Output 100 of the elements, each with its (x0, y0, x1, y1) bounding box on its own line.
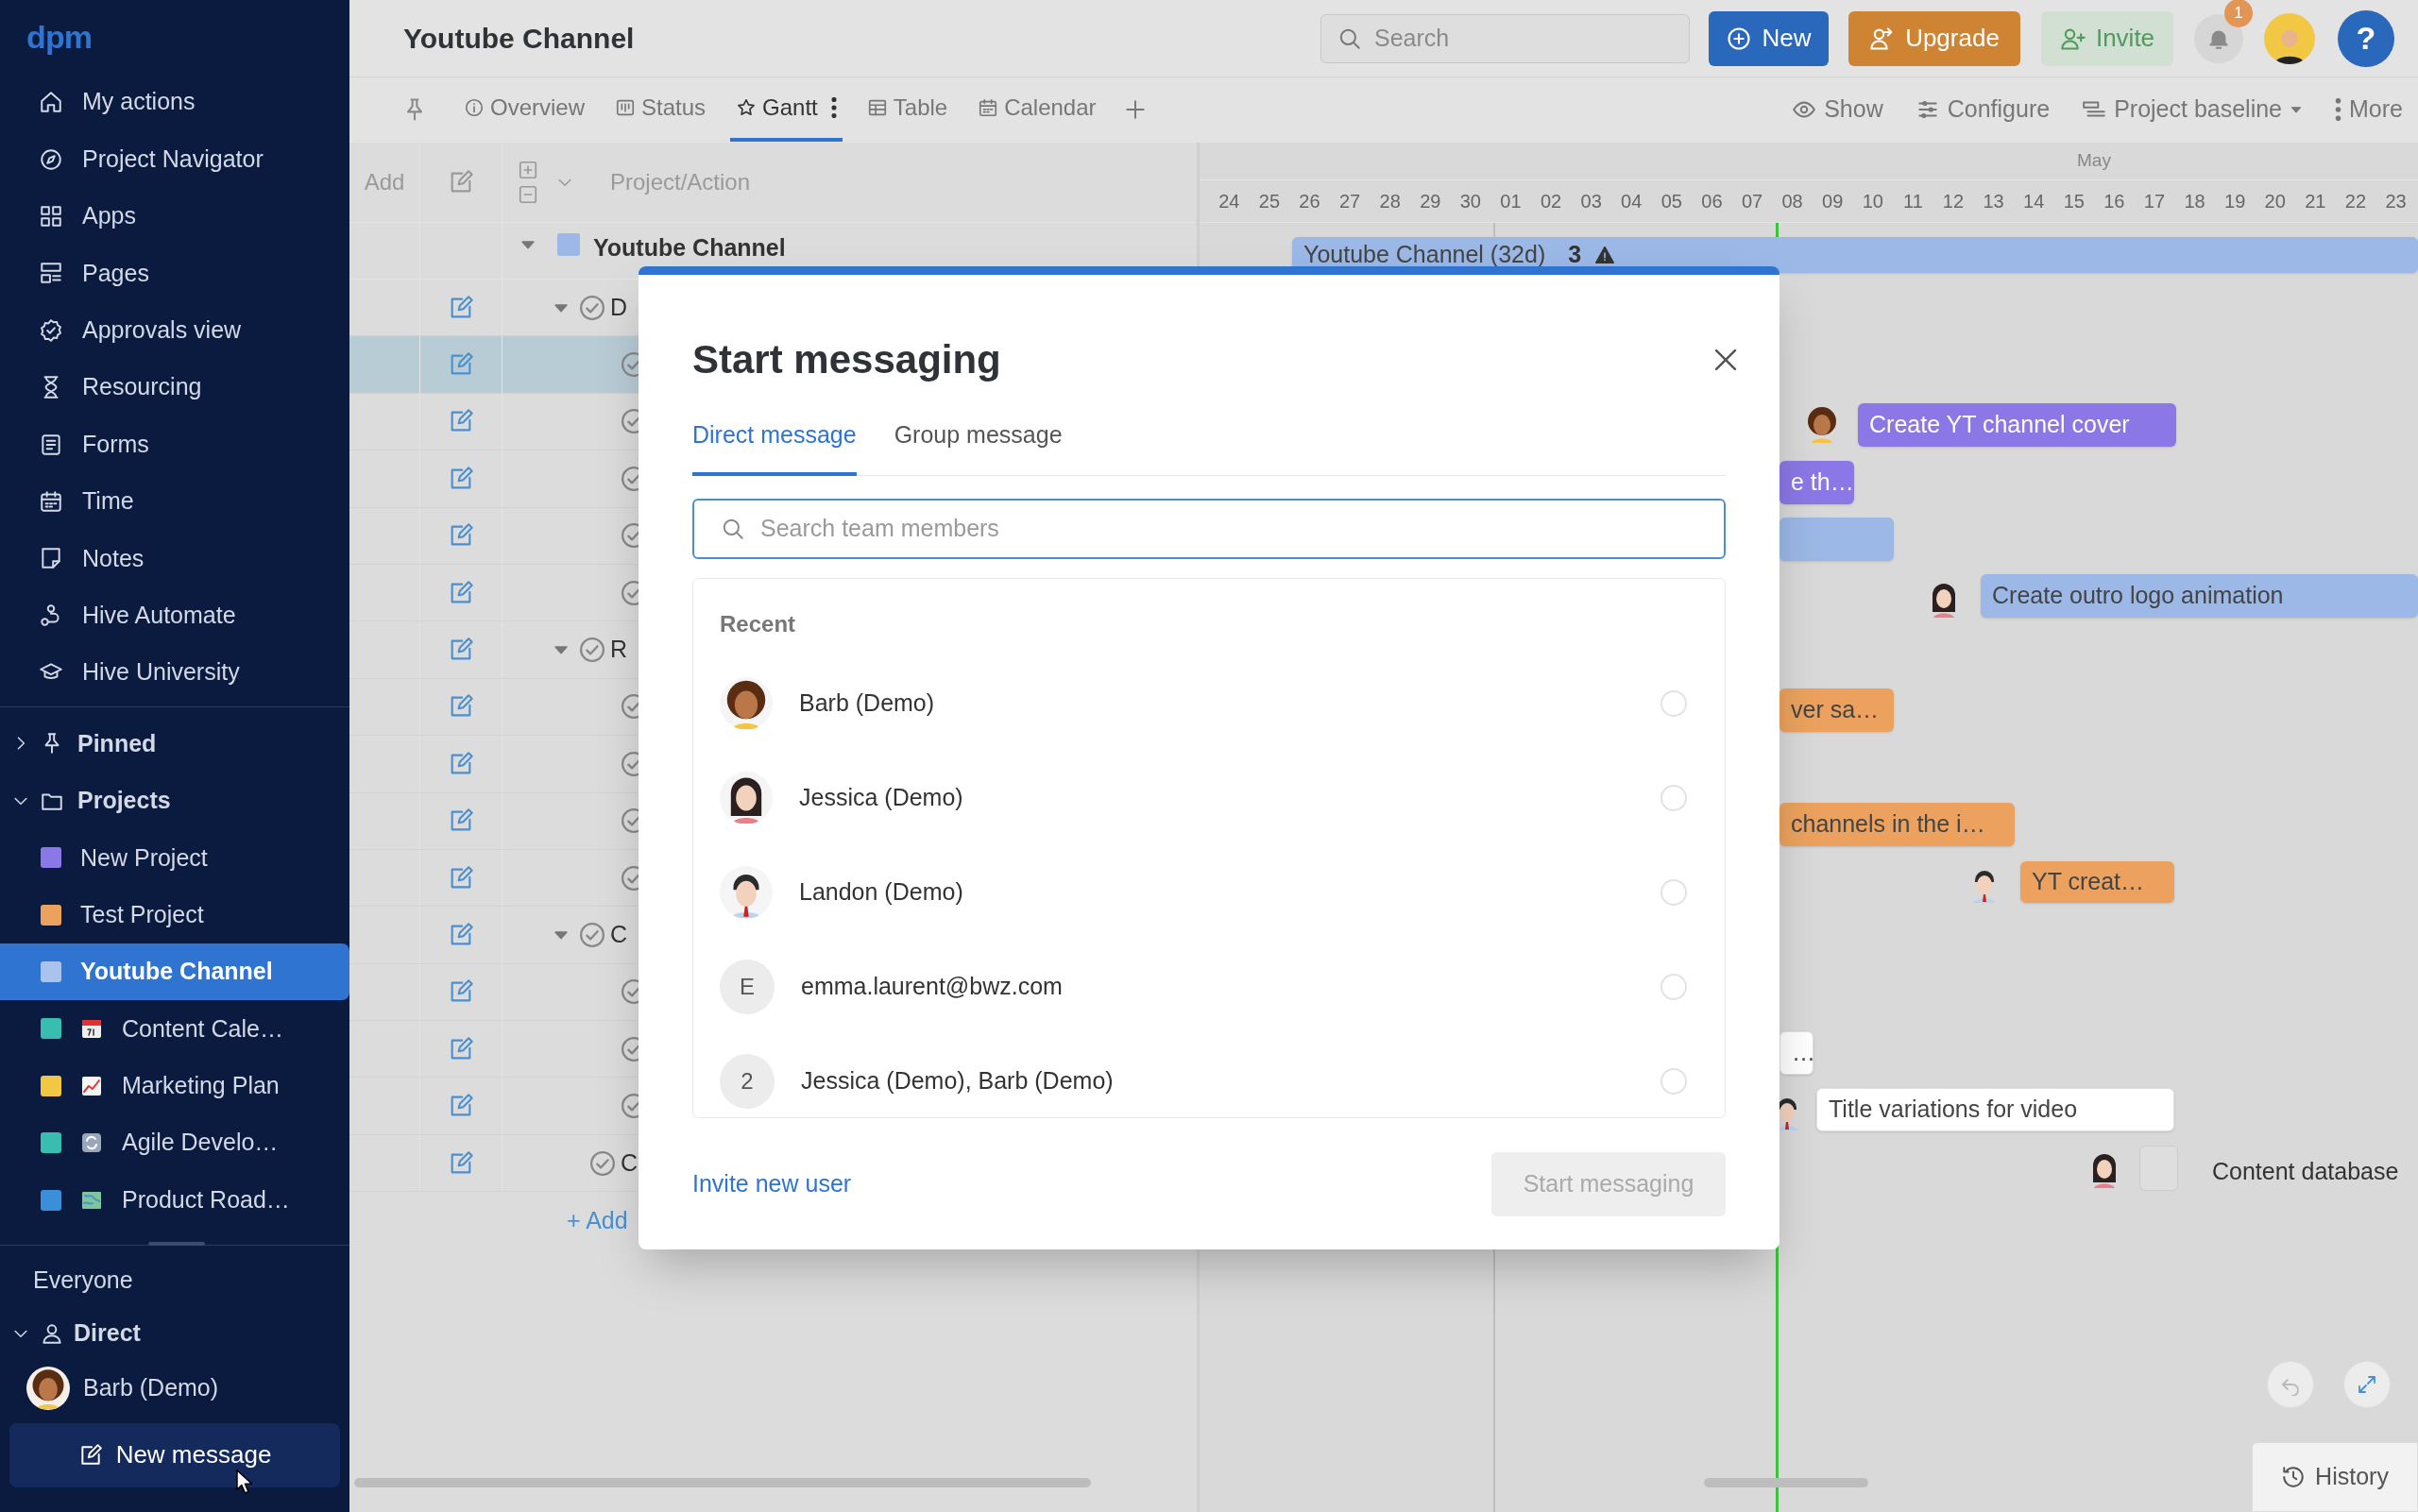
date-label: 04 (1621, 190, 1643, 213)
page-title: Youtube Channel (403, 22, 635, 56)
grid-icon (39, 203, 63, 229)
date-label: 21 (2305, 190, 2326, 213)
date-label: 01 (1500, 190, 1522, 213)
calendar-icon (39, 488, 63, 514)
scrollbar[interactable] (354, 1478, 1091, 1487)
project-item[interactable]: Content Cale… (0, 1000, 349, 1058)
channel-item[interactable]: Everyone (0, 1256, 349, 1304)
project-item[interactable]: Test Project (0, 886, 349, 943)
date-label: 12 (1942, 190, 1965, 213)
date-label: 24 (1218, 190, 1240, 213)
help-button[interactable]: ? (2338, 9, 2394, 67)
project-item[interactable]: Youtube Channel (0, 943, 349, 1001)
section-header[interactable]: Pinned (0, 715, 349, 773)
note-icon (39, 546, 63, 571)
nav-item[interactable]: Resourcing (0, 358, 349, 416)
dialog-tab[interactable]: Direct message (692, 417, 857, 476)
nav-item[interactable]: Hive Automate (0, 586, 349, 644)
columns-icon (615, 97, 637, 118)
gantt-bar[interactable]: Title variations for video (1816, 1088, 2174, 1131)
milestone-label: Content database (2212, 1157, 2399, 1186)
check-circle-icon[interactable] (578, 921, 606, 949)
date-label: 08 (1781, 190, 1803, 213)
radio-button[interactable] (1660, 784, 1687, 811)
date-label: 15 (2063, 190, 2085, 213)
notification-badge: 1 (2224, 0, 2253, 27)
member-name: Jessica (Demo), Barb (Demo) (801, 1065, 1115, 1096)
table-icon (866, 97, 888, 118)
invite-link[interactable]: Invite new user (692, 1165, 852, 1202)
project-item[interactable]: New Project (0, 829, 349, 887)
dialog-tab[interactable]: Group message (894, 417, 1063, 476)
search-field[interactable]: Search (1320, 13, 1690, 63)
initial-avatar: E (720, 959, 775, 1014)
nav-item[interactable]: Approvals view (0, 301, 349, 359)
check-circle-icon[interactable] (578, 636, 606, 665)
gantt-bar[interactable]: channels in the i… (1779, 803, 2015, 846)
radio-button[interactable] (1660, 689, 1687, 717)
nav-item[interactable]: Apps (0, 187, 349, 246)
date-label: 17 (2143, 190, 2166, 213)
radio-button[interactable] (1660, 973, 1687, 1000)
date-label: 30 (1459, 190, 1481, 213)
nav-item[interactable]: My actions (0, 74, 349, 131)
date-label: 10 (1862, 190, 1883, 213)
column-header: Project/Action (610, 168, 751, 196)
history-button[interactable]: History (2252, 1442, 2418, 1512)
new-button[interactable]: New (1709, 10, 1829, 66)
section-header[interactable]: Direct (0, 1303, 349, 1363)
project-item[interactable]: Marketing Plan (0, 1057, 349, 1115)
date-label: 02 (1540, 190, 1562, 213)
check-circle-icon[interactable] (578, 293, 606, 322)
expand-all-icon[interactable] (518, 160, 538, 180)
section-label: Recent (720, 609, 797, 638)
nav-item[interactable]: Notes (0, 530, 349, 587)
user-avatar[interactable] (2264, 12, 2315, 64)
date-label: 14 (2023, 190, 2045, 213)
gantt-bar[interactable]: ver sa… (1779, 688, 1894, 732)
gantt-bar[interactable]: … (1779, 1031, 1814, 1075)
date-label: 28 (1379, 190, 1401, 213)
nav-item[interactable]: Hive University (0, 643, 349, 702)
date-label: 05 (1660, 190, 1682, 213)
check-circle-icon[interactable] (588, 1148, 617, 1178)
action-name: C (621, 1147, 639, 1178)
search-field[interactable]: Search team members (692, 498, 1726, 559)
project-item[interactable]: Product Road… (0, 1171, 349, 1229)
gantt-bar[interactable]: Create YT channel cover (1858, 403, 2176, 447)
chart-icon (80, 1074, 103, 1097)
bar-label: Youtube Channel (32d) (1303, 240, 1546, 270)
radio-button[interactable] (1660, 878, 1687, 906)
nav-item[interactable]: Pages (0, 245, 349, 302)
member-item[interactable]: 2 Jessica (Demo), Barb (Demo) (720, 1033, 1698, 1117)
direct-message-item[interactable]: Barb (Demo) (0, 1362, 349, 1414)
date-label: 19 (2224, 190, 2246, 213)
history-icon (2281, 1465, 2307, 1489)
scrollbar[interactable] (1704, 1478, 1868, 1487)
radio-button[interactable] (1660, 1067, 1687, 1095)
member-item[interactable]: E emma.laurent@bwz.com (720, 939, 1698, 1034)
project-item[interactable]: Agile Develo… (0, 1114, 349, 1172)
nav-item[interactable]: Forms (0, 416, 349, 473)
gantt-bar[interactable]: Create outro logo animation (1981, 574, 2418, 618)
nav-item[interactable]: Project Navigator (0, 130, 349, 188)
gantt-bar[interactable]: YT creat… (2020, 861, 2174, 903)
initial-avatar: 2 (720, 1053, 775, 1109)
date-label: 18 (2184, 190, 2205, 213)
member-item[interactable]: Landon (Demo) (720, 844, 1698, 940)
action-name: R (610, 635, 628, 665)
kebab-menu-icon[interactable] (830, 97, 837, 118)
member-item[interactable]: Jessica (Demo) (720, 750, 1698, 845)
date-label: 29 (1420, 190, 1441, 213)
section-header[interactable]: Projects (0, 772, 349, 830)
new-message-button[interactable]: New message (9, 1422, 340, 1487)
home-icon (39, 90, 63, 115)
column-header: Add (364, 168, 405, 196)
gantt-bar[interactable]: Youtube Channel (32d) 3 (1292, 237, 2418, 273)
gantt-bar[interactable]: e th… (1779, 461, 1854, 504)
member-item[interactable]: Barb (Demo) (720, 655, 1698, 751)
collapse-all-icon[interactable] (518, 184, 538, 205)
date-label: 22 (2344, 190, 2367, 213)
nav-item[interactable]: Time (0, 472, 349, 531)
member-name: emma.laurent@bwz.com (801, 971, 1064, 1001)
